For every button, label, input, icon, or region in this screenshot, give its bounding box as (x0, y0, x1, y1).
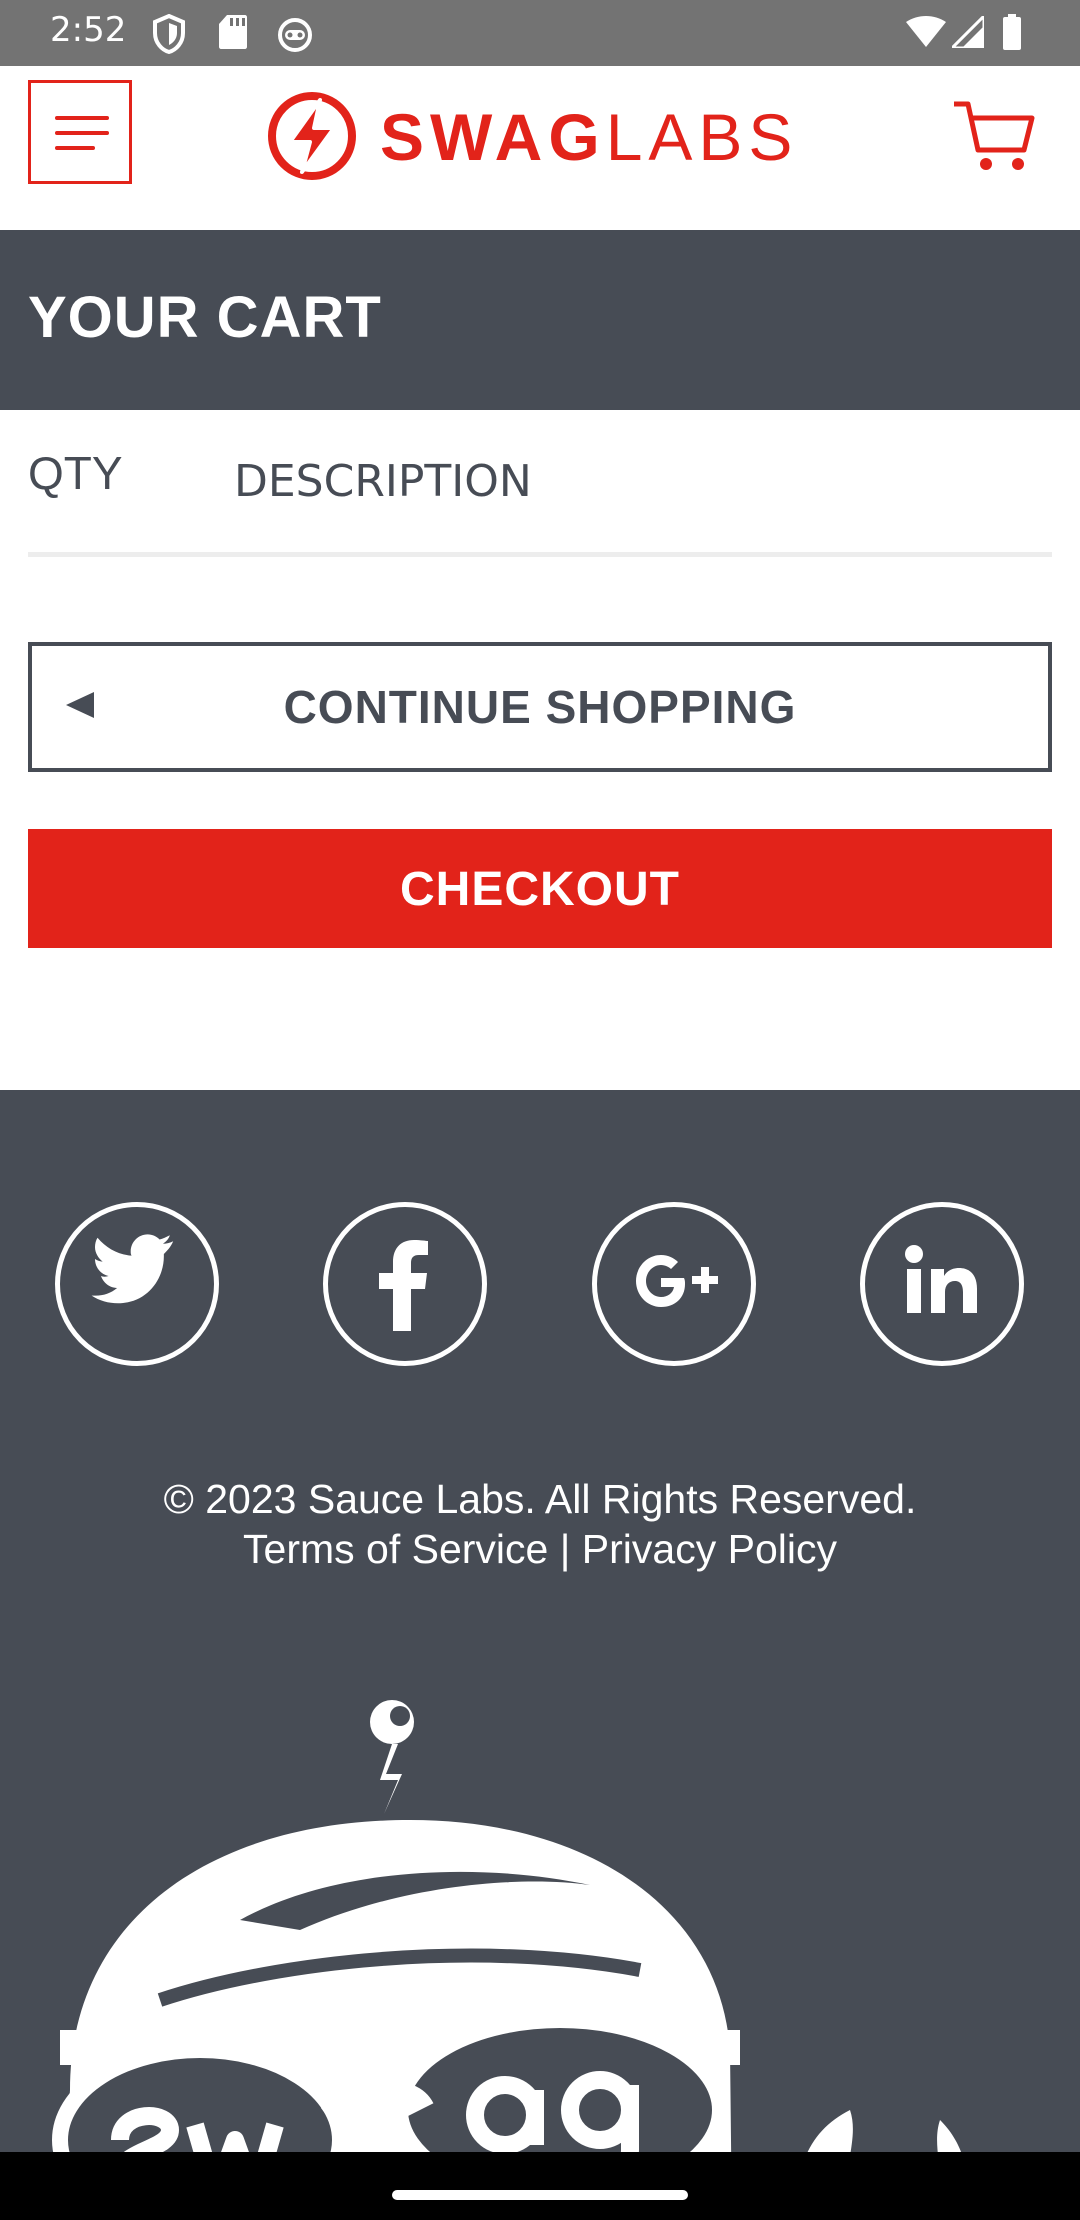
robot-icon (278, 18, 312, 52)
terms-of-service-link[interactable]: Terms of Service (243, 1526, 548, 1572)
facebook-icon (379, 1240, 428, 1331)
facebook-button[interactable] (323, 1202, 487, 1366)
twitter-button[interactable] (55, 1202, 219, 1366)
hamburger-menu-icon (55, 116, 109, 120)
continue-shopping-button[interactable]: CONTINUE SHOPPING (28, 642, 1052, 772)
wifi-icon (906, 16, 946, 47)
linkedin-icon (905, 1245, 977, 1313)
lightning-logo-icon (268, 92, 356, 180)
privacy-policy-link[interactable]: Privacy Policy (582, 1526, 837, 1572)
signal-icon (952, 16, 984, 48)
twitter-icon (91, 1234, 174, 1304)
linkedin-button[interactable] (860, 1202, 1024, 1366)
status-time: 2:52 (50, 10, 127, 50)
checkout-button[interactable]: CHECKOUT (28, 829, 1052, 948)
battery-icon (1003, 14, 1021, 50)
system-nav-bar (0, 2152, 1080, 2220)
status-icons-right (906, 14, 1032, 54)
footer-links: Terms of Service | Privacy Policy (0, 1524, 1080, 1574)
menu-button[interactable] (28, 80, 132, 184)
page-title: YOUR CART (28, 285, 382, 350)
app-header: SWAGLABS (0, 66, 1080, 230)
footer-separator: | (559, 1526, 571, 1572)
footer: © 2023 Sauce Labs. All Rights Reserved. … (0, 1090, 1080, 2220)
cart-button[interactable] (950, 94, 1040, 184)
cart-divider (28, 552, 1052, 557)
shield-icon (153, 14, 185, 54)
google-plus-button[interactable] (592, 1202, 756, 1366)
google-plus-icon (636, 1255, 718, 1307)
logo-swag-text: SWAG (380, 100, 606, 174)
logo-labs-text: LABS (605, 100, 799, 174)
swag-labs-logo: SWAGLABS (268, 92, 818, 182)
home-gesture-handle[interactable] (392, 2190, 688, 2200)
sd-card-icon (219, 15, 247, 49)
page-title-bar: YOUR CART (0, 230, 1080, 410)
checkout-label: CHECKOUT (400, 863, 680, 916)
shopping-cart-icon (954, 101, 1035, 170)
swag-mascot-image (52, 1700, 969, 2220)
copyright-text: © 2023 Sauce Labs. All Rights Reserved. (163, 1476, 917, 1522)
description-header: DESCRIPTION (234, 456, 532, 507)
status-bar: 2:52 (0, 0, 1080, 66)
continue-shopping-label: CONTINUE SHOPPING (283, 681, 797, 733)
qty-header: QTY (28, 447, 123, 499)
